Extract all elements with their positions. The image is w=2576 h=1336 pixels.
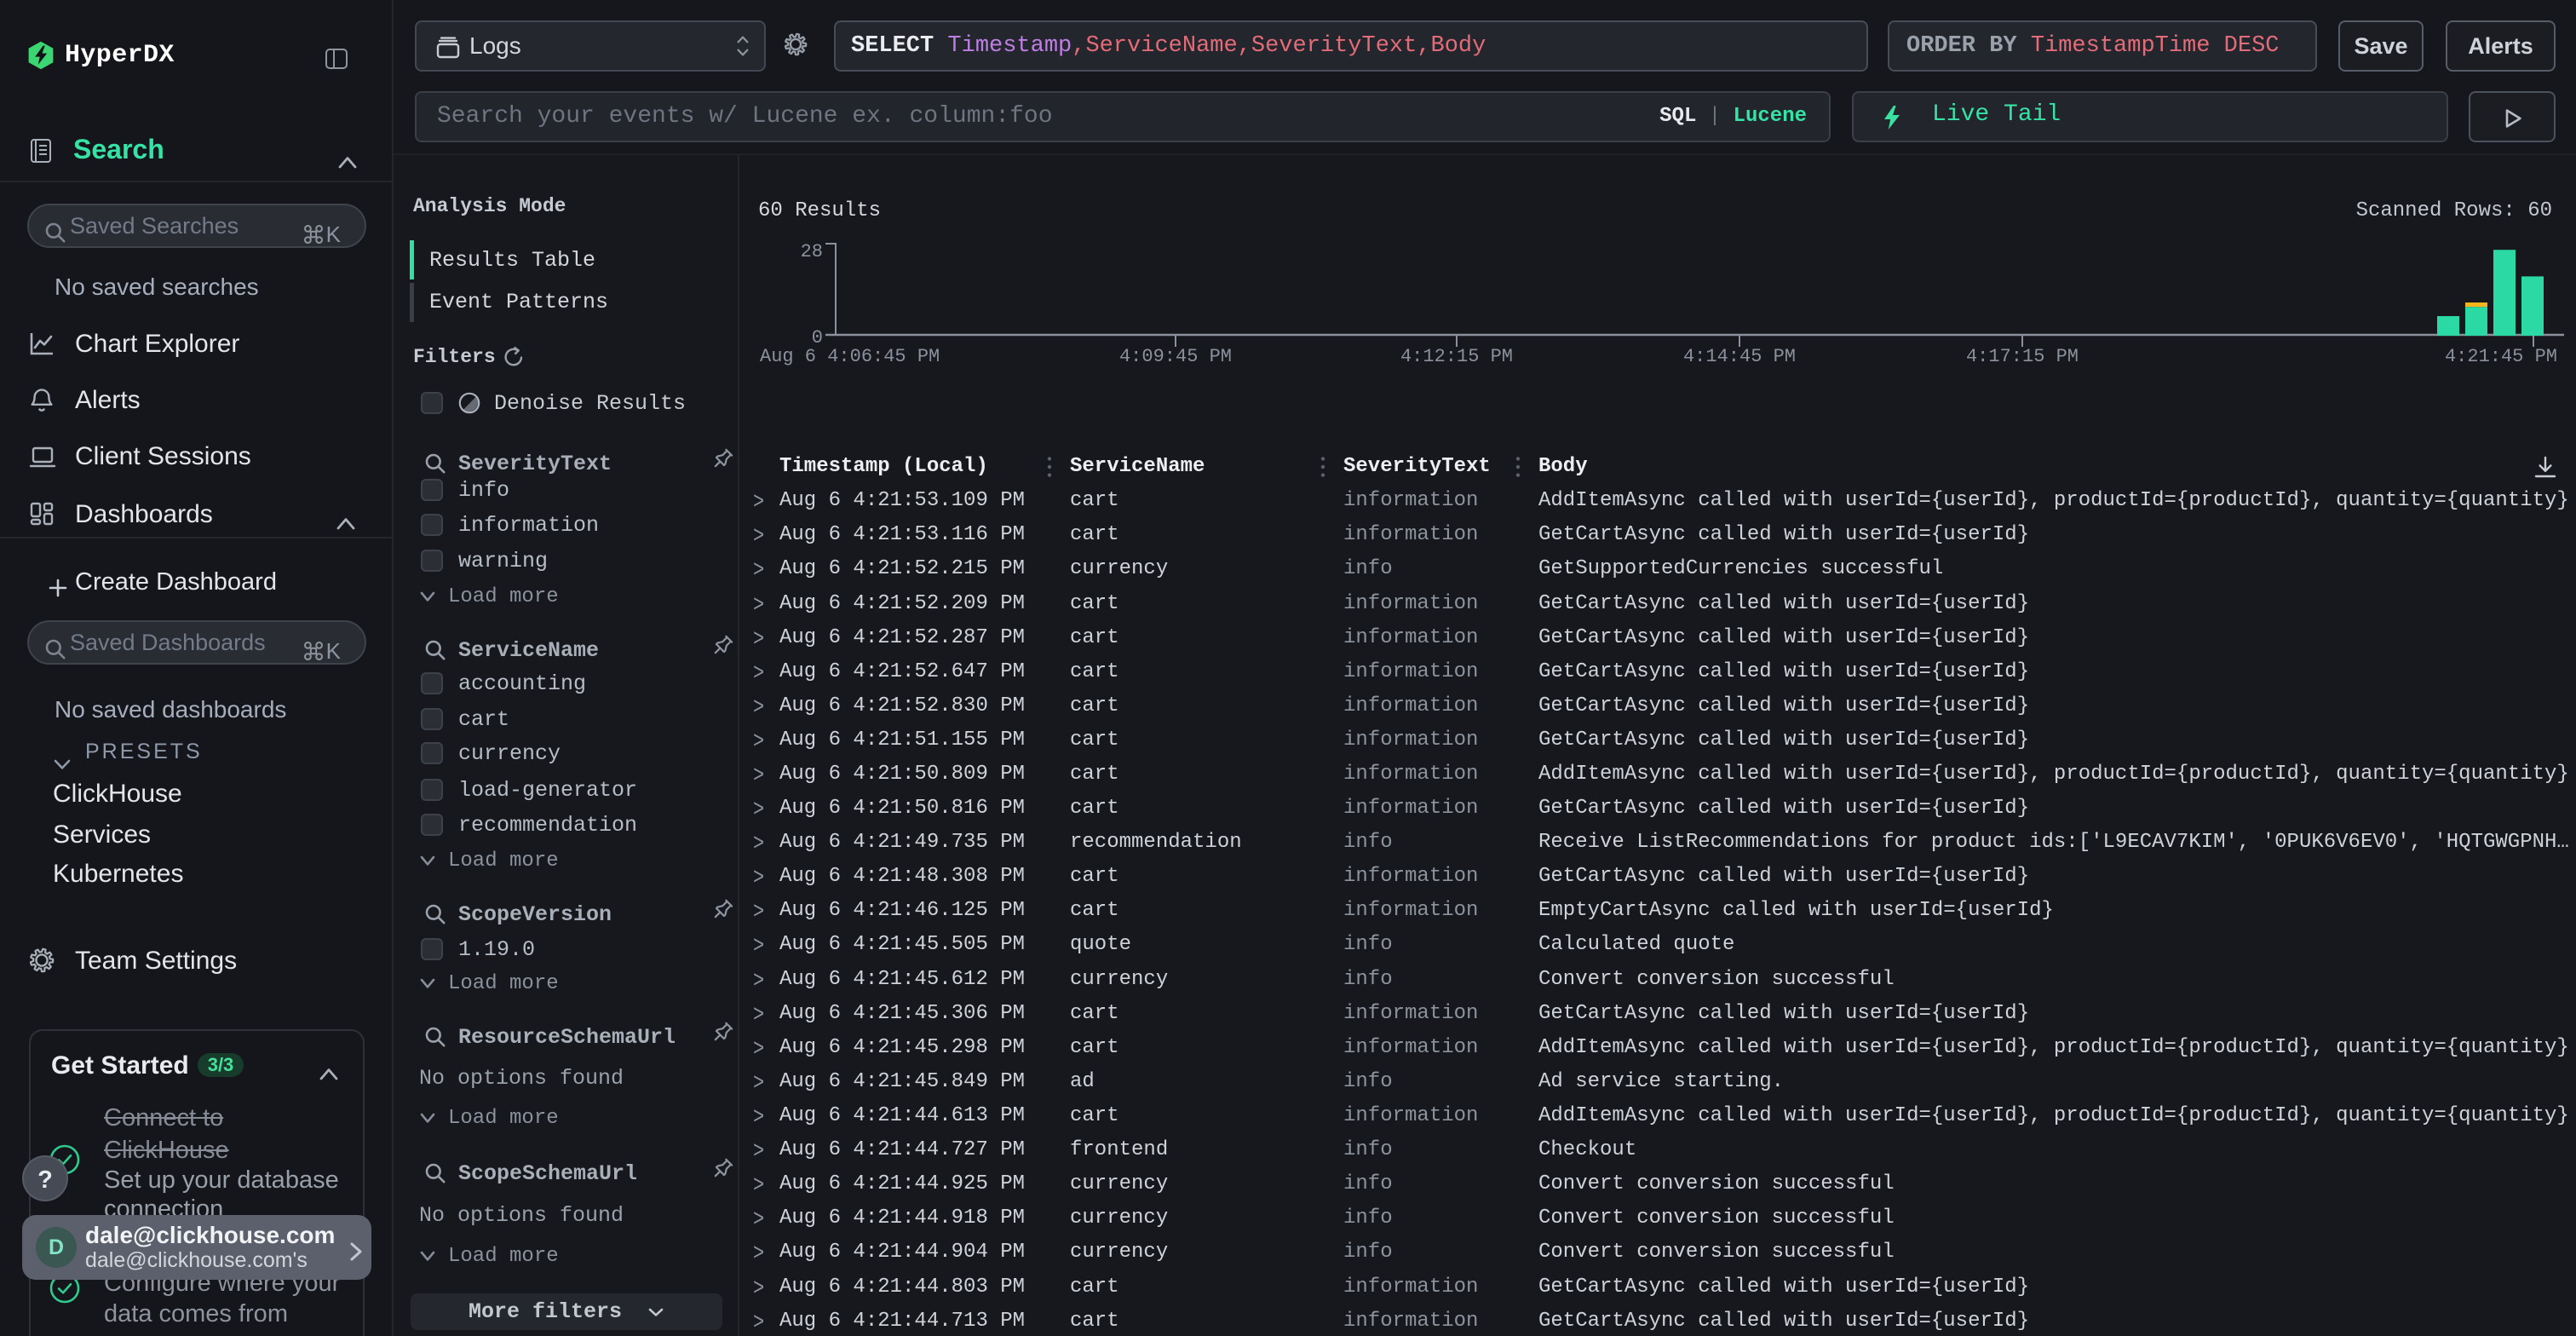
svg-text:28: 28 bbox=[801, 241, 823, 262]
